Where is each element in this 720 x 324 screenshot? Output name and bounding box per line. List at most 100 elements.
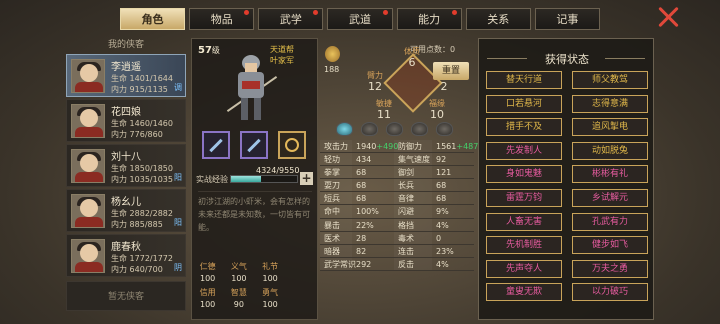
tab-1[interactable]: 物品 <box>189 8 255 30</box>
tab-6[interactable]: 记事 <box>534 8 600 30</box>
stat-label: 拳掌 <box>320 166 352 180</box>
medallion-skill-icon[interactable] <box>278 131 306 159</box>
attr-bili[interactable]: 臂力 12 <box>358 70 392 92</box>
tab-4[interactable]: 能力 <box>396 8 462 30</box>
character-card[interactable]: 花四娘 生命 1460/1460 内力 776/860 <box>66 99 186 142</box>
virtue-value: 100 <box>262 274 278 283</box>
virtues-grid: 仁德 义气 礼节 100 100 100 信用 智慧 勇气 100 90 100 <box>192 261 317 313</box>
stat-label: 耍刀 <box>320 179 352 193</box>
virtue-label: 智慧 <box>230 288 247 297</box>
notification-dot <box>244 10 250 15</box>
attr-fuyuan[interactable]: 福缘 10 <box>420 98 454 120</box>
status-badge[interactable]: 追风掣电 <box>572 118 648 137</box>
stat-value: 68 <box>432 192 474 206</box>
stat-number: 1940 <box>356 142 377 151</box>
gem-slot[interactable] <box>436 122 453 136</box>
hp-value: 1401/1644 <box>129 74 173 83</box>
character-card[interactable]: 刘十八 生命 1850/1850 内力 1035/1035 阳 <box>66 144 186 187</box>
stat-number: 121 <box>436 168 452 178</box>
tab-3[interactable]: 武道 <box>327 8 393 30</box>
stat-label: 攻击力 <box>320 140 352 154</box>
character-card[interactable]: 杨幺儿 生命 2882/2882 内力 885/885 阳 <box>66 189 186 232</box>
hero-panel: 57级 天道帮 叶家军 实战经验 4324/9550 + 初涉江湖的小虾米，会有… <box>191 38 318 320</box>
stat-label: 闪避 <box>394 205 432 219</box>
status-badge[interactable]: 童叟无欺 <box>486 283 562 302</box>
armor-skill-icon[interactable] <box>240 131 268 159</box>
character-name: 杨幺儿 <box>111 197 141 208</box>
tab-label: 武学 <box>279 13 302 26</box>
status-badge[interactable]: 人畜无害 <box>486 212 562 231</box>
status-badge[interactable]: 措手不及 <box>486 118 562 137</box>
gem-slot[interactable] <box>361 122 378 136</box>
add-xp-button[interactable]: + <box>300 172 313 185</box>
character-mp: 内力 776/860 <box>111 129 163 140</box>
status-badge[interactable]: 动如脱兔 <box>572 141 648 160</box>
potential-value: 188 <box>324 65 340 74</box>
hp-value: 2882/2882 <box>129 209 173 218</box>
character-card[interactable]: 李逍遥 生命 1401/1644 内力 915/1135 调 <box>66 54 186 97</box>
status-badge[interactable]: 先机制胜 <box>486 236 562 255</box>
virtue-label: 仁德 <box>199 262 216 271</box>
stat-label: 命中 <box>320 205 352 219</box>
stat-number: 92 <box>436 155 447 165</box>
character-name: 鹿春秋 <box>111 242 141 253</box>
stat-value: 292 <box>352 258 394 271</box>
status-badge[interactable]: 志得意满 <box>572 94 648 113</box>
stat-number: 0 <box>436 233 442 243</box>
virtue-label: 礼节 <box>262 262 279 271</box>
character-name: 刘十八 <box>111 152 141 163</box>
status-badge[interactable]: 身如鬼魅 <box>486 165 562 184</box>
status-badge[interactable]: 雷霆万钧 <box>486 188 562 207</box>
character-avatar <box>71 149 105 183</box>
status-badge[interactable]: 乡试解元 <box>572 188 648 207</box>
status-badge[interactable]: 先发制人 <box>486 141 562 160</box>
status-badge[interactable]: 万夫之勇 <box>572 259 648 278</box>
status-badge[interactable]: 师父教驾 <box>572 71 648 89</box>
character-avatar <box>71 104 105 138</box>
close-icon[interactable] <box>657 6 681 28</box>
tab-label: 能力 <box>418 13 441 26</box>
mp-label: 内力 <box>111 175 127 184</box>
stat-label: 轻功 <box>320 153 352 167</box>
empty-slot: 暂无侠客 <box>66 281 186 311</box>
virtue-value: 100 <box>199 274 216 283</box>
character-hp: 生命 1772/1772 <box>111 253 173 264</box>
tab-0[interactable]: 角色 <box>120 8 186 30</box>
attr-minjie[interactable]: 敏捷 11 <box>367 98 401 120</box>
stat-number: 28 <box>356 233 367 243</box>
character-hp: 生命 1401/1644 <box>111 73 173 84</box>
stat-label: 音律 <box>394 192 432 206</box>
gem-slot[interactable] <box>411 122 428 136</box>
mp-label: 内力 <box>111 130 127 139</box>
reset-button[interactable]: 重置 <box>433 62 469 80</box>
xp-bar <box>230 175 298 183</box>
stat-label: 医术 <box>320 232 352 245</box>
character-card[interactable]: 鹿春秋 生命 1772/1772 内力 640/700 阴 <box>66 234 186 277</box>
status-panel: 获得状态 替天行道 师父教驾 口若悬河 志得意满 措手不及 追风掣电 先发制人 动如脱兔 身如鬼… <box>478 38 654 320</box>
status-badge[interactable]: 以力破巧 <box>572 283 648 302</box>
gem-slot[interactable] <box>386 122 403 136</box>
stat-number: 82 <box>356 246 367 256</box>
tab-5[interactable]: 关系 <box>465 8 531 30</box>
status-badge[interactable]: 健步如飞 <box>572 236 648 255</box>
virtue-empty <box>286 274 317 287</box>
status-badge[interactable]: 替天行道 <box>486 71 562 89</box>
attr-tizhi[interactable]: 体质 6 <box>395 46 429 68</box>
status-badge[interactable]: 口若悬河 <box>486 94 562 113</box>
status-badge[interactable]: 彬彬有礼 <box>572 165 648 184</box>
stats-table: 攻击力 1940+490 防御力 1561+487 轻功 434 集气速度 92 拳掌 68 御剑 1… <box>320 140 478 271</box>
hero-portrait <box>226 55 278 125</box>
gem-slot[interactable] <box>336 122 353 136</box>
tab-label: 角色 <box>141 13 164 26</box>
sword-skill-icon[interactable] <box>202 131 230 159</box>
tab-label: 记事 <box>556 13 579 26</box>
stat-value: 92 <box>432 153 474 167</box>
party-panel: 我的侠客 李逍遥 生命 1401/1644 内力 915/1135 调花四娘 生命 14… <box>66 38 186 318</box>
stat-value: 28 <box>352 232 394 245</box>
status-badge[interactable]: 孔武有力 <box>572 212 648 231</box>
virtue-label: 信用 <box>199 288 216 297</box>
tab-2[interactable]: 武学 <box>258 8 324 30</box>
xp-label: 实战经验 <box>196 175 228 184</box>
status-badge[interactable]: 先声夺人 <box>486 259 562 278</box>
stat-value: 4% <box>432 219 474 232</box>
